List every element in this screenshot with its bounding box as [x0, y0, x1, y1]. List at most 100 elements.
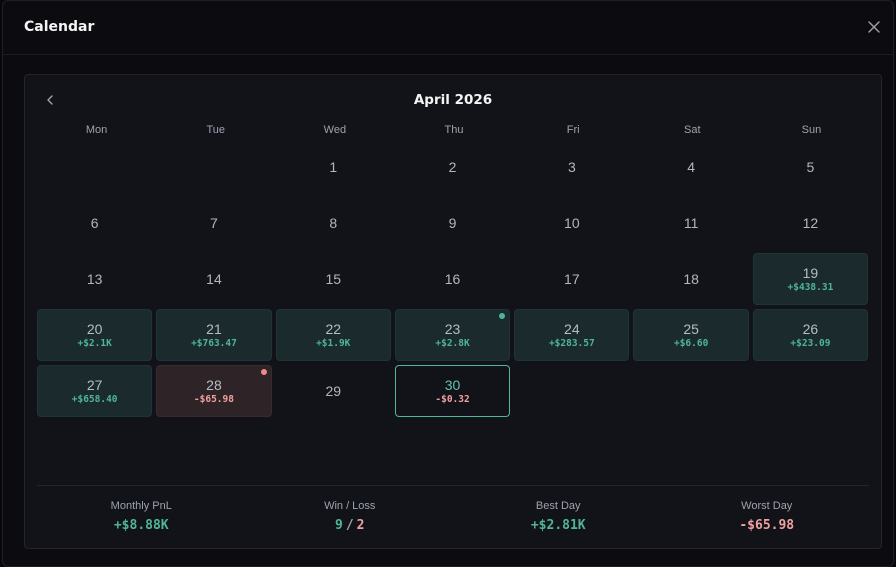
loss-count: 2	[356, 518, 365, 533]
day-number: 2	[448, 159, 457, 175]
win-loss-separator: /	[345, 518, 354, 533]
day-cell-17[interactable]: 17	[514, 253, 629, 305]
day-cell-27[interactable]: 27 +$658.40	[37, 365, 153, 417]
day-number: 17	[564, 271, 580, 287]
day-cell-16[interactable]: 16	[395, 253, 510, 305]
day-cell-14[interactable]: 14	[156, 253, 271, 305]
stat-value: +$8.88K	[113, 518, 169, 533]
day-cell-21[interactable]: 21 +$763.47	[156, 309, 272, 361]
day-cell-2[interactable]: 2	[395, 141, 510, 193]
stat-label: Worst Day	[741, 500, 793, 512]
day-cell-10[interactable]: 10	[514, 197, 629, 249]
day-cell-26[interactable]: 26 +$23.09	[752, 309, 869, 361]
day-cell-18[interactable]: 18	[633, 253, 748, 305]
day-pnl: +$2.8K	[435, 337, 470, 349]
empty-day-cell	[37, 141, 152, 193]
day-number: 25	[683, 320, 699, 337]
day-pnl: +$1.9K	[316, 337, 351, 349]
day-number: 16	[444, 271, 461, 287]
day-cell-28[interactable]: 28 -$65.98	[156, 365, 272, 417]
day-cell-4[interactable]: 4	[633, 141, 748, 193]
stats-divider	[37, 485, 869, 486]
stat-worst-day: Worst Day -$65.98	[663, 499, 872, 534]
day-number: 22	[325, 320, 342, 337]
stat-label: Monthly PnL	[110, 500, 172, 512]
day-number: 19	[802, 264, 819, 281]
stat-best-day: Best Day +$2.81K	[454, 499, 663, 534]
day-number: 8	[329, 215, 338, 231]
day-number: 5	[806, 159, 815, 175]
day-number: 13	[86, 271, 103, 287]
day-number: 12	[802, 215, 819, 231]
modal-header: Calendar	[3, 1, 893, 55]
day-number: 28	[206, 376, 222, 393]
day-cell-24[interactable]: 24 +$283.57	[514, 309, 630, 361]
day-pnl: +$283.57	[548, 337, 595, 349]
day-cell-23[interactable]: 23 +$2.8K	[394, 309, 511, 361]
day-cell-7[interactable]: 7	[156, 197, 271, 249]
day-cell-29[interactable]: 29	[276, 365, 391, 417]
day-number: 4	[687, 159, 696, 175]
day-cell-20[interactable]: 20 +$2.1K	[37, 309, 153, 361]
weekday-label: Sun	[801, 124, 822, 136]
day-number: 18	[683, 271, 699, 287]
worst-day-marker	[260, 369, 267, 375]
weekday-label: Tue	[206, 124, 225, 136]
stat-win-loss: Win / Loss 9/2	[246, 499, 455, 534]
day-number: 7	[210, 215, 218, 231]
weekday-header: Mon Tue Wed Thu Fri Sat Sun	[37, 124, 871, 138]
day-pnl: +$2.1K	[77, 337, 112, 349]
weekday-label: Mon	[85, 124, 108, 136]
weekday-label: Sat	[684, 124, 701, 136]
month-title: April 2026	[413, 92, 493, 108]
day-number: 1	[329, 159, 338, 175]
day-cell-9[interactable]: 9	[395, 197, 510, 249]
best-day-marker	[499, 313, 506, 319]
stat-value: -$65.98	[739, 518, 795, 533]
stat-value: 9/2	[246, 518, 455, 534]
empty-day-cell	[156, 141, 271, 193]
day-number: 14	[206, 271, 222, 287]
day-cell-1[interactable]: 1	[276, 141, 391, 193]
day-number: 3	[567, 159, 576, 175]
day-pnl: -$65.98	[193, 393, 234, 405]
day-number: 11	[683, 215, 699, 231]
day-number: 9	[448, 215, 457, 231]
weekday-label: Thu	[444, 124, 464, 136]
stats-bar: Monthly PnL +$8.88K Win / Loss 9/2 Best …	[37, 499, 871, 534]
close-button[interactable]	[867, 20, 881, 34]
day-cell-11[interactable]: 11	[633, 197, 748, 249]
modal-title: Calendar	[24, 19, 95, 35]
day-number: 23	[444, 320, 461, 337]
day-cell-8[interactable]: 8	[276, 197, 391, 249]
day-number: 20	[86, 320, 103, 337]
stat-label: Win / Loss	[324, 500, 376, 512]
day-cell-22[interactable]: 22 +$1.9K	[275, 309, 391, 361]
day-number: 24	[564, 320, 580, 337]
day-cell-12[interactable]: 12	[753, 197, 868, 249]
stat-monthly-pnl: Monthly PnL +$8.88K	[37, 499, 246, 534]
calendar-modal: Calendar April 2026 Mon Tue Wed Thu Fri Sat Su…	[2, 0, 894, 567]
day-pnl: +$23.09	[790, 337, 831, 349]
day-number: 10	[564, 215, 580, 231]
day-pnl: +$6.60	[673, 337, 709, 349]
day-cell-25[interactable]: 25 +$6.60	[633, 309, 749, 361]
day-number: 27	[86, 376, 103, 393]
day-cell-15[interactable]: 15	[276, 253, 391, 305]
day-cell-5[interactable]: 5	[753, 141, 868, 193]
day-cell-30[interactable]: 30 -$0.32	[394, 365, 511, 417]
weekday-label: Fri	[566, 124, 580, 136]
win-count: 9	[335, 518, 343, 533]
calendar-panel: April 2026 Mon Tue Wed Thu Fri Sat Sun 1234567…	[24, 74, 882, 549]
day-pnl: +$658.40	[71, 393, 118, 405]
day-cell-13[interactable]: 13	[37, 253, 152, 305]
day-cell-6[interactable]: 6	[37, 197, 152, 249]
day-pnl: -$0.32	[435, 393, 470, 405]
day-pnl: +$763.47	[191, 337, 237, 349]
day-number: 26	[802, 320, 819, 337]
day-cell-19[interactable]: 19 +$438.31	[752, 253, 869, 305]
day-cell-3[interactable]: 3	[514, 141, 629, 193]
day-number: 30	[444, 376, 461, 393]
day-number: 21	[206, 320, 222, 337]
day-number: 29	[325, 383, 342, 399]
